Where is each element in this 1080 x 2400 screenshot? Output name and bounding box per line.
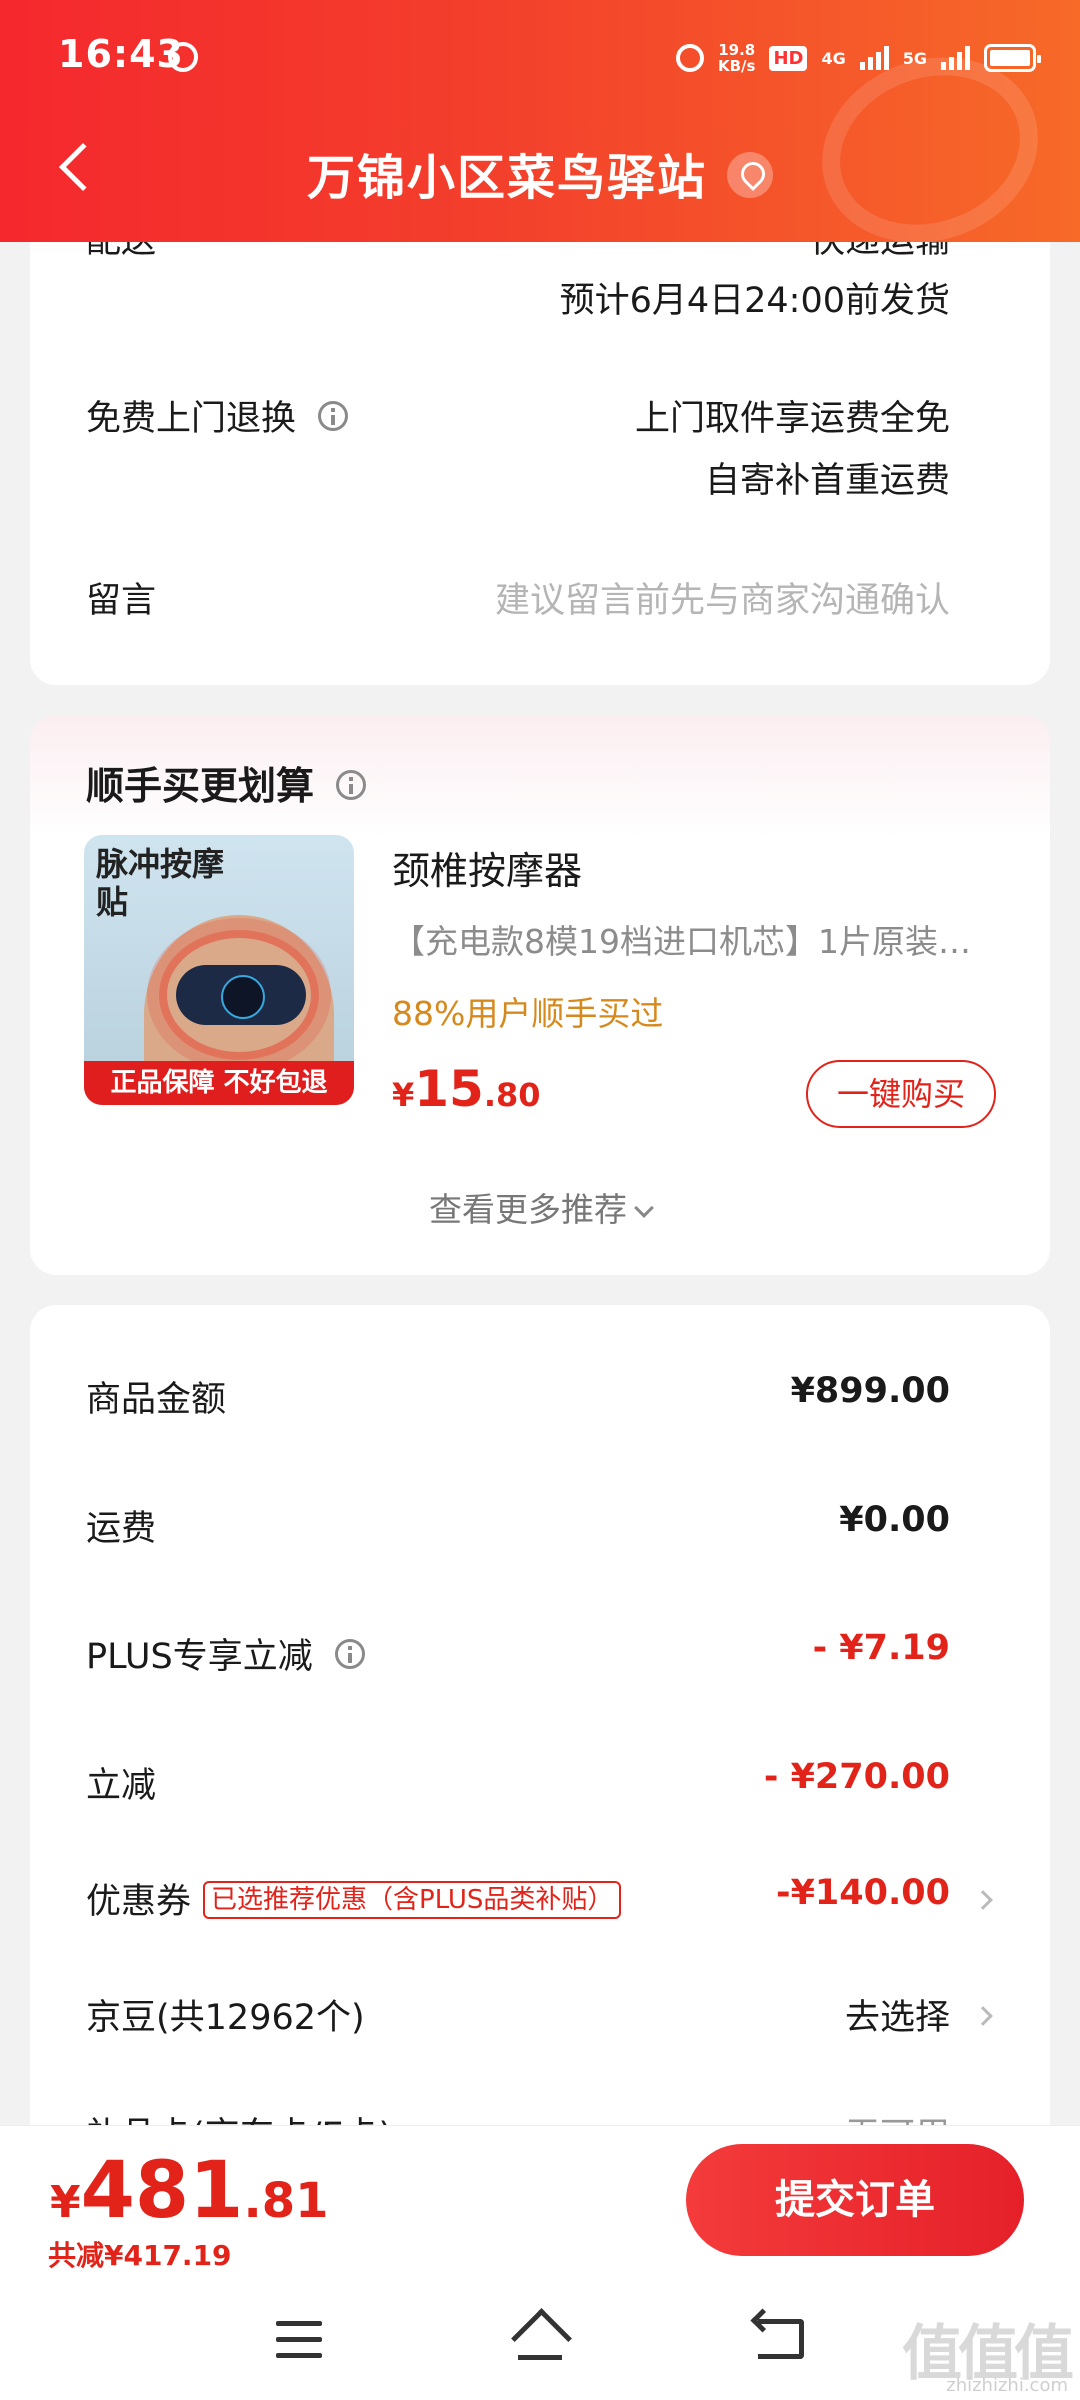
product-image[interactable]: 脉冲按摩贴 正品保障 不好包退 (84, 835, 354, 1105)
alarm-icon (168, 42, 198, 72)
more-recommend-link[interactable]: 查看更多推荐 (30, 1183, 1050, 1231)
chevron-down-icon (634, 1198, 654, 1218)
product-stat: 88%用户顺手买过 (392, 994, 664, 1033)
image-massager-pad (176, 965, 306, 1025)
hd-badge: HD (769, 45, 808, 71)
alarm-status-icon (675, 44, 704, 72)
product-desc: 【充电款8模19档进口机芯】1片原装… (392, 922, 971, 961)
shipping-label: 运费 (86, 1509, 157, 1549)
checkout-bar: ¥481.81 共减¥417.19 提交订单 (0, 2125, 1080, 2285)
more-recommend-text: 查看更多推荐 (429, 1190, 627, 1229)
return-service-line2: 自寄补首重运费 (704, 461, 950, 501)
total-price: ¥481.81 (50, 2146, 328, 2236)
signal-5g-icon (941, 46, 970, 70)
recommend-title: 顺手买更划算 (86, 755, 367, 810)
menu-icon[interactable] (276, 2321, 322, 2359)
instant-discount-label: 立减 (86, 1766, 157, 1806)
watermark-url: zhizhizhi.com (946, 2375, 1068, 2396)
plus-discount-label: PLUS专享立减 (86, 1628, 365, 1679)
price-symbol: ¥ (392, 1076, 415, 1114)
info-icon[interactable] (334, 1639, 365, 1669)
image-caption: 脉冲按摩贴 (96, 845, 225, 921)
price-int: 15 (414, 1060, 484, 1118)
system-nav-bar: 值值值 zhizhizhi.com (0, 2285, 1080, 2400)
coupon-row[interactable]: 优惠券 已选推荐优惠（含PLUS品类补贴） (86, 1873, 622, 1924)
total-int: 481 (80, 2146, 244, 2236)
home-icon[interactable] (512, 2315, 568, 2363)
submit-order-button[interactable]: 提交订单 (686, 2144, 1024, 2256)
one-click-buy-button[interactable]: 一键购买 (806, 1060, 996, 1128)
chevron-right-icon[interactable] (973, 1890, 993, 1910)
goods-amount-label: 商品金额 (86, 1380, 227, 1420)
recommend-title-text: 顺手买更划算 (86, 764, 315, 808)
product-name[interactable]: 颈椎按摩器 (392, 840, 582, 895)
info-icon[interactable] (318, 401, 349, 431)
status-icons: 19.8 KB/s HD 4G 5G (675, 38, 1041, 78)
coupon-value[interactable]: -¥140.00 (776, 1873, 950, 1913)
order-info-card: 配送 快递运输 预计6月4日24:00前发货 免费上门退换 上门取件享运费全免 … (30, 190, 1050, 685)
message-label: 留言 (86, 581, 157, 621)
status-time: 16:43 (58, 32, 184, 76)
signal-4g-icon (859, 46, 889, 70)
status-bar: 16:43 19.8 KB/s HD 4G 5G (0, 0, 1080, 110)
net-speed: 19.8 KB/s (718, 42, 755, 74)
price-dec: .80 (483, 1076, 541, 1114)
shipping-value: ¥0.00 (839, 1500, 950, 1540)
beans-label: 京豆(共12962个) (86, 1998, 365, 2038)
page-title-text: 万锦小区菜鸟驿站 (306, 150, 707, 206)
ship-estimate: 预计6月4日24:00前发货 (559, 281, 950, 321)
image-banner: 正品保障 不好包退 (84, 1061, 354, 1105)
total-dec: .81 (243, 2173, 329, 2229)
page-title: 万锦小区菜鸟驿站 (0, 138, 1080, 208)
net-speed-value: 19.8 (718, 41, 756, 59)
net-5g-label: 5G (902, 48, 927, 68)
battery-icon (984, 44, 1041, 72)
beans-select[interactable]: 去选择 (845, 1989, 950, 2040)
back-nav-icon[interactable] (758, 2319, 804, 2359)
recommend-card: 顺手买更划算 脉冲按摩贴 正品保障 不好包退 颈椎按摩器 【充电款8模19档进口… (30, 715, 1050, 1275)
return-service-text: 免费上门退换 (86, 399, 297, 439)
chevron-right-icon[interactable] (973, 2006, 993, 2026)
message-input[interactable]: 建议留言前先与商家沟通确认 (495, 572, 950, 623)
coupon-label: 优惠券 (86, 1882, 192, 1922)
product-price: ¥15.80 (392, 1060, 541, 1118)
return-service-label: 免费上门退换 (86, 390, 349, 441)
total-saved: 共减¥417.19 (48, 2239, 232, 2272)
location-icon[interactable] (727, 152, 773, 198)
goods-amount-value: ¥899.00 (790, 1371, 950, 1411)
return-service-line1: 上门取件享运费全免 (634, 399, 950, 439)
header-bar: 16:43 19.8 KB/s HD 4G 5G 万锦小区菜鸟驿站 (0, 0, 1080, 242)
net-speed-unit: KB/s (717, 57, 756, 75)
net-4g-label: 4G (821, 48, 846, 68)
plus-discount-text: PLUS专享立减 (86, 1637, 313, 1677)
price-summary-card: 商品金额 ¥899.00 运费 ¥0.00 PLUS专享立减 - ¥7.19 立… (30, 1305, 1050, 2165)
instant-discount-value: - ¥270.00 (763, 1757, 950, 1797)
info-icon[interactable] (336, 769, 367, 800)
plus-discount-value: - ¥7.19 (812, 1628, 950, 1668)
total-symbol: ¥ (50, 2177, 81, 2228)
coupon-tag: 已选推荐优惠（含PLUS品类补贴） (203, 1881, 622, 1919)
